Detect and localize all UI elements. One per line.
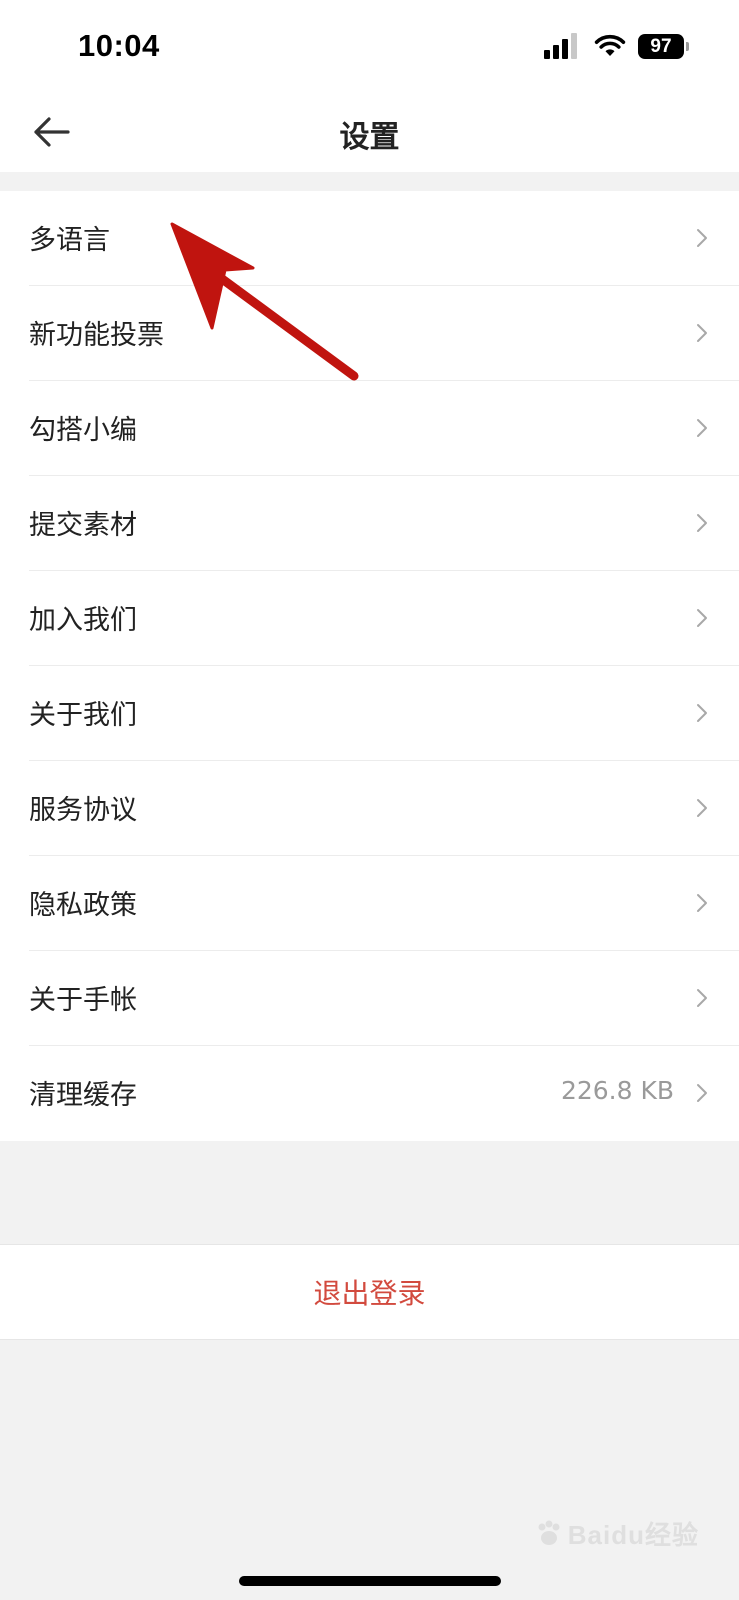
setting-item-submit-material[interactable]: 提交素材	[0, 476, 739, 571]
setting-item-label: 加入我们	[29, 605, 137, 636]
page-title: 设置	[339, 120, 400, 155]
setting-item-language[interactable]: 多语言	[0, 191, 739, 286]
status-icons: 97	[544, 33, 689, 59]
chevron-right-icon	[697, 1084, 707, 1102]
setting-item-service-agreement[interactable]: 服务协议	[0, 761, 739, 856]
chevron-right-icon	[697, 609, 707, 627]
signal-icon	[544, 33, 580, 59]
setting-item-label: 多语言	[29, 225, 110, 256]
settings-list: 多语言 新功能投票 勾搭小编 提交素材 加入我们 关于我们 服务协议 隐私政策	[0, 191, 739, 1141]
chevron-right-icon	[697, 799, 707, 817]
setting-item-label: 清理缓存	[29, 1080, 137, 1111]
setting-item-about-journal[interactable]: 关于手帐	[0, 951, 739, 1046]
setting-item-label: 服务协议	[29, 795, 137, 826]
chevron-right-icon	[697, 514, 707, 532]
home-indicator[interactable]	[239, 1576, 501, 1586]
logout-button[interactable]: 退出登录	[0, 1244, 739, 1340]
status-time: 10:04	[78, 28, 160, 63]
setting-item-feature-vote[interactable]: 新功能投票	[0, 286, 739, 381]
setting-item-label: 关于我们	[29, 700, 137, 731]
battery-tip	[686, 41, 689, 51]
setting-item-privacy-policy[interactable]: 隐私政策	[0, 856, 739, 951]
battery-level: 97	[638, 33, 684, 59]
chevron-right-icon	[697, 229, 707, 247]
chevron-right-icon	[697, 894, 707, 912]
chevron-right-icon	[697, 989, 707, 1007]
chevron-right-icon	[697, 419, 707, 437]
setting-item-contact-editor[interactable]: 勾搭小编	[0, 381, 739, 476]
setting-item-label: 勾搭小编	[29, 415, 137, 446]
battery-icon: 97	[638, 33, 689, 59]
setting-item-clear-cache[interactable]: 清理缓存 226.8 KB	[0, 1046, 739, 1141]
watermark-text: Baidu经验	[567, 1520, 699, 1550]
chevron-right-icon	[697, 704, 707, 722]
cache-size-value: 226.8 KB	[560, 1076, 674, 1105]
nav-bar: 设置	[0, 92, 739, 172]
setting-item-label: 关于手帐	[29, 985, 137, 1016]
setting-item-label: 隐私政策	[29, 890, 137, 921]
logout-label: 退出登录	[313, 1277, 426, 1310]
setting-item-about-us[interactable]: 关于我们	[0, 666, 739, 761]
status-bar: 10:04 97	[0, 0, 739, 92]
watermark: Baidu经验	[534, 1515, 699, 1552]
chevron-right-icon	[697, 324, 707, 342]
paw-icon	[538, 1520, 560, 1545]
setting-item-label: 新功能投票	[29, 320, 164, 351]
setting-item-label: 提交素材	[29, 510, 137, 541]
wifi-icon	[594, 34, 626, 56]
setting-item-join-us[interactable]: 加入我们	[0, 571, 739, 666]
